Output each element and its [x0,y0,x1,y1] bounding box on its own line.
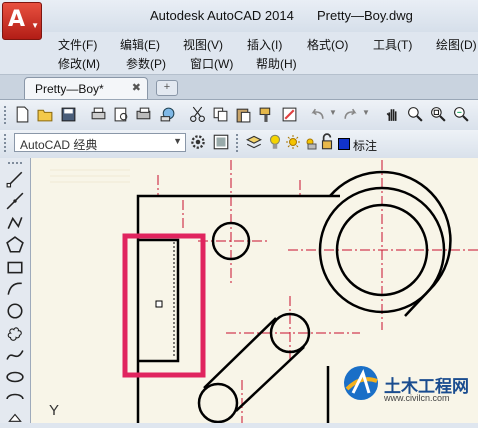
pan-icon[interactable] [384,106,401,123]
ucs-y-axis-label: Y [49,402,60,419]
gear-icon[interactable] [189,133,207,151]
arc-icon[interactable] [6,280,24,298]
highlight-box [122,233,206,378]
open-icon[interactable] [37,106,54,123]
block-editor-icon[interactable] [281,106,298,123]
close-icon[interactable]: ✖ [132,81,141,94]
spline-icon[interactable] [6,346,24,364]
chevron-down-icon: ▼ [173,136,182,146]
grid-hint [50,169,130,183]
zoom-previous-icon[interactable] [453,106,470,123]
ellipse-icon[interactable] [6,368,24,386]
zoom-realtime-icon[interactable] [407,106,424,123]
ellipse-arc-icon[interactable] [6,390,24,408]
3d-print-icon[interactable] [159,106,176,123]
toolbar-grip[interactable] [4,106,10,124]
circle-icon[interactable] [6,302,24,320]
layer-name: 标注 [353,139,378,153]
menu-parametric[interactable]: 参数(P) [126,55,166,72]
plot-preview-icon[interactable] [113,106,130,123]
workspace-dropdown[interactable]: AutoCAD 经典 ▼ [14,133,186,152]
menu-format[interactable]: 格式(O) [307,36,348,53]
rectangle-icon[interactable] [6,258,24,276]
polygon-icon[interactable] [6,236,24,254]
layer-color-swatch [338,138,350,150]
standard-toolbar: ▼ ▼ [0,100,478,131]
autocad-logo-icon: A [8,7,26,32]
insert-block-icon[interactable] [6,410,24,428]
grip-point [155,300,163,308]
title-bar: Autodesk AutoCAD 2014 Pretty—Boy.dwg [0,0,478,32]
menu-draw[interactable]: 绘图(D) [436,36,477,53]
toolbar-grip[interactable] [8,162,22,164]
menu-edit[interactable]: 编辑(E) [120,36,160,53]
new-icon[interactable] [14,106,31,123]
watermark-url: www.civilcn.com [384,393,450,403]
menu-view[interactable]: 视图(V) [183,36,223,53]
window-title-app: Autodesk AutoCAD 2014 [150,8,294,23]
cut-icon[interactable] [189,106,206,123]
tab-document[interactable]: Pretty—Boy* ✖ [24,77,148,99]
zoom-window-icon[interactable] [430,106,447,123]
workspace-settings-icon[interactable] [212,133,230,151]
layer-thaw-sun-icon[interactable] [285,133,301,151]
chevron-down-icon[interactable]: ▼ [329,108,337,117]
tab-label: Pretty—Boy* [35,82,104,96]
revision-cloud-icon[interactable] [6,324,24,342]
application-menu-button[interactable]: A ▼ [2,2,42,40]
workspace-value: AutoCAD 经典 [20,138,98,152]
paste-icon[interactable] [235,106,252,123]
menu-bar: 文件(F) 编辑(E) 视图(V) 插入(I) 格式(O) 工具(T) 绘图(D… [0,32,478,74]
draw-toolbar [0,158,31,423]
match-properties-icon[interactable] [258,106,275,123]
menu-window[interactable]: 窗口(W) [190,55,233,72]
redo-icon[interactable] [342,106,359,123]
toolbar-grip[interactable] [4,134,10,152]
menu-tools[interactable]: 工具(T) [373,36,412,53]
layer-on-lightbulb-icon[interactable] [268,133,282,151]
menu-insert[interactable]: 插入(I) [247,36,282,53]
chevron-down-icon: ▼ [31,21,39,30]
new-tab-button[interactable]: + [156,80,178,96]
menu-file[interactable]: 文件(F) [58,36,97,53]
layer-properties-icon[interactable] [245,133,263,151]
viewport-freeze-icon[interactable] [302,133,318,151]
polyline-icon[interactable] [6,214,24,232]
document-tab-bar: Pretty—Boy* ✖ + [0,74,478,100]
menu-help[interactable]: 帮助(H) [256,55,297,72]
window-title-file: Pretty—Boy.dwg [317,8,413,23]
line-icon[interactable] [6,170,24,188]
construction-line-icon[interactable] [6,192,24,210]
menu-modify[interactable]: 修改(M) [58,55,100,72]
watermark-logo-icon [344,366,378,400]
chevron-down-icon[interactable]: ▼ [362,108,370,117]
unlock-icon[interactable] [320,133,334,151]
toolbar-grip[interactable] [236,134,242,152]
undo-icon[interactable] [309,106,326,123]
copy-icon[interactable] [212,106,229,123]
plot-icon[interactable] [90,106,107,123]
save-icon[interactable] [60,106,77,123]
publish-icon[interactable] [136,106,153,123]
